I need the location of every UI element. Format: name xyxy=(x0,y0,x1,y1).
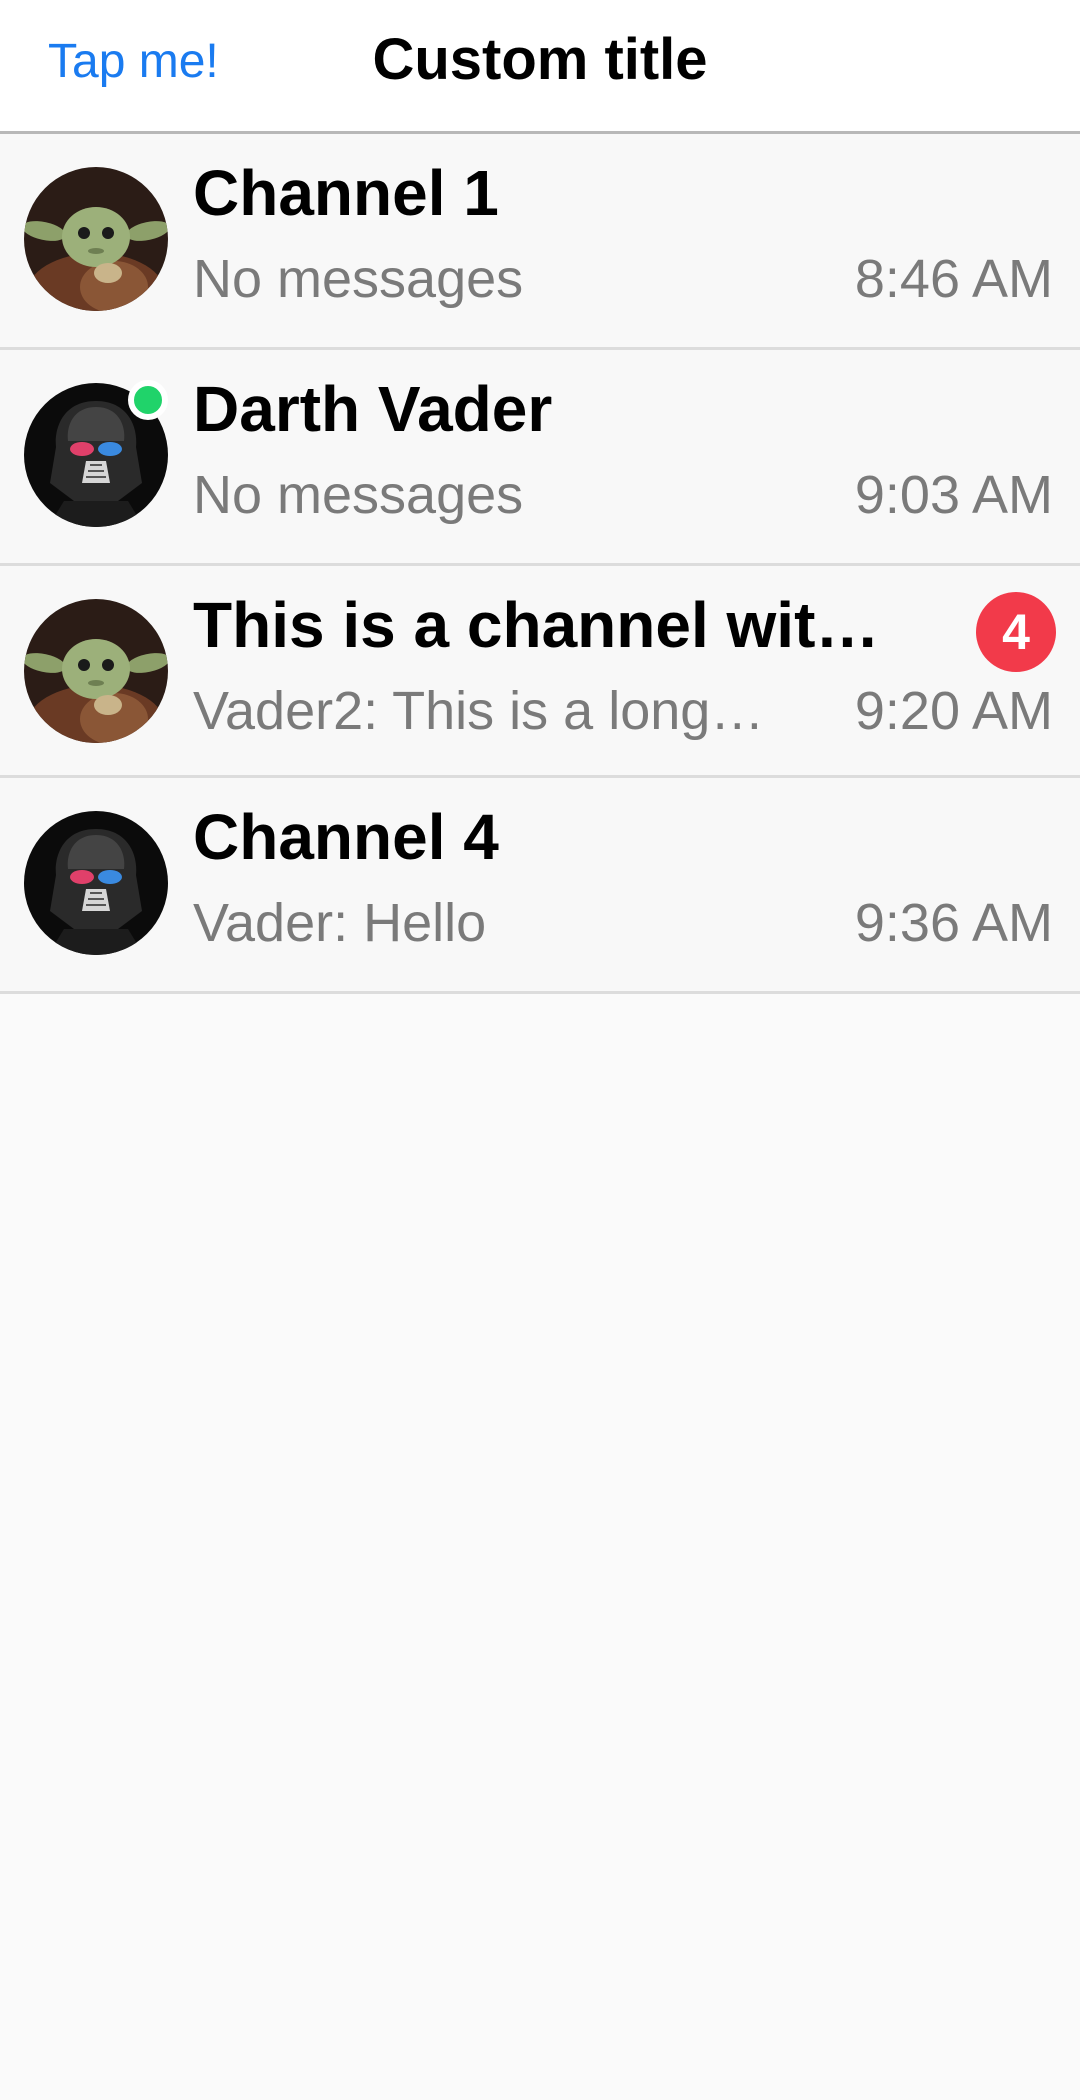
channel-list: Channel 1 No messages 8:46 AM Darth Vade… xyxy=(0,134,1080,994)
yoda-avatar xyxy=(24,167,168,311)
channel-row[interactable]: Channel 4 Vader: Hello 9:36 AM xyxy=(0,778,1080,994)
timestamp: 8:46 AM xyxy=(854,249,1053,309)
channel-row[interactable]: Darth Vader No messages 9:03 AM xyxy=(0,350,1080,566)
timestamp: 9:36 AM xyxy=(854,893,1053,953)
channel-row[interactable]: This is a channel with… Vader2: This is … xyxy=(0,566,1080,778)
message-preview: Vader: Hello xyxy=(193,893,487,953)
channel-name: Channel 4 xyxy=(193,801,499,873)
message-preview: No messages xyxy=(193,465,524,525)
yoda-avatar xyxy=(24,599,168,743)
message-preview: No messages xyxy=(193,249,524,309)
navigation-bar: Tap me! Custom title xyxy=(0,0,1080,134)
timestamp: 9:03 AM xyxy=(854,465,1053,525)
channel-name: This is a channel with… xyxy=(193,589,913,661)
vader-avatar xyxy=(24,811,168,955)
channel-name: Channel 1 xyxy=(193,157,499,229)
message-preview: Vader2: This is a long… xyxy=(193,681,765,741)
channel-name: Darth Vader xyxy=(193,373,553,445)
timestamp: 9:20 AM xyxy=(854,681,1053,741)
unread-badge: 4 xyxy=(976,592,1056,672)
page-title: Custom title xyxy=(372,27,708,92)
channel-row[interactable]: Channel 1 No messages 8:46 AM xyxy=(0,134,1080,350)
online-status-dot xyxy=(128,380,168,420)
